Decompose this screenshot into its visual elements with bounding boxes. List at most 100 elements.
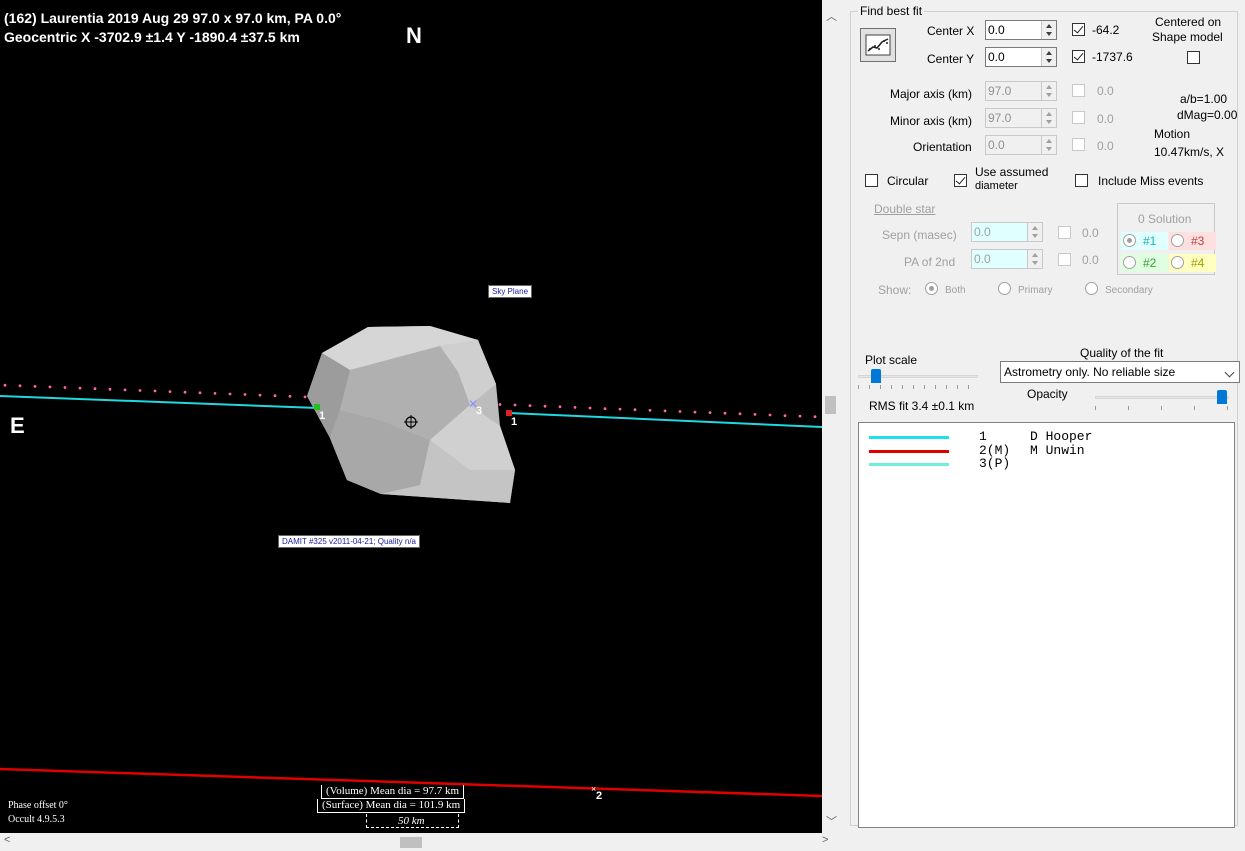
opacity-label: Opacity xyxy=(1027,387,1068,401)
scroll-down-icon[interactable]: ﹀ xyxy=(826,813,837,829)
solution-3-radio[interactable] xyxy=(1171,234,1184,247)
chord-1-line xyxy=(0,395,319,409)
show-primary-radio[interactable] xyxy=(998,282,1011,295)
solution-4-radio[interactable] xyxy=(1171,256,1184,269)
path-dot xyxy=(663,409,667,413)
solution-4-option[interactable]: #4 xyxy=(1169,254,1216,272)
plot-canvas[interactable]: ✕ × (162) Laurentia 2019 Aug 29 97.0 x 9… xyxy=(0,0,822,833)
observer-legend[interactable]: 1 D Hooper 2(M) M Unwin 3(P) xyxy=(858,422,1235,828)
ab-ratio: a/b=1.00 xyxy=(1180,92,1228,106)
minor-axis-input[interactable]: 97.0 xyxy=(985,108,1057,128)
legend-row[interactable]: 3(P) xyxy=(859,456,1234,471)
path-dot xyxy=(783,414,787,417)
double-star-link[interactable]: Double star xyxy=(874,202,935,216)
vertical-scroll-thumb[interactable] xyxy=(825,396,836,414)
centered-on-shape-checkbox[interactable] xyxy=(1187,51,1200,64)
center-x-spinner[interactable] xyxy=(1041,21,1056,39)
sky-plane-label: Sky Plane xyxy=(488,285,533,298)
sepn-spinner[interactable] xyxy=(1027,223,1042,241)
path-dot xyxy=(183,390,187,394)
path-dot xyxy=(678,410,682,413)
solution-1-option[interactable]: #1 xyxy=(1121,232,1168,250)
pa2-input[interactable]: 0.0 xyxy=(971,249,1043,269)
plot-scale-thumb[interactable] xyxy=(871,369,881,383)
minor-axis-spinner[interactable] xyxy=(1041,109,1056,127)
center-y-input[interactable]: 0.0 xyxy=(985,47,1057,67)
center-y-fit-checkbox[interactable] xyxy=(1072,50,1085,63)
chord-label-2: 2 xyxy=(596,790,603,802)
show-secondary-radio[interactable] xyxy=(1085,282,1098,295)
scroll-up-icon[interactable]: ︿ xyxy=(826,8,837,24)
chord-label-1a: 1 xyxy=(319,410,326,422)
quality-dropdown[interactable]: Astrometry only. No reliable size xyxy=(1000,361,1240,383)
include-miss-checkbox[interactable] xyxy=(1075,174,1088,187)
opacity-slider[interactable] xyxy=(1095,388,1229,410)
center-x-label: Center X xyxy=(927,24,975,38)
solution-1-radio[interactable] xyxy=(1123,234,1136,247)
path-dot xyxy=(738,412,742,416)
find-best-fit-title: Find best fit xyxy=(858,4,925,18)
scroll-left-icon[interactable]: < xyxy=(4,834,10,846)
orientation-fit-checkbox[interactable] xyxy=(1072,138,1085,151)
orientation-spinner[interactable] xyxy=(1041,136,1056,154)
plot-title: (162) Laurentia 2019 Aug 29 97.0 x 97.0 … xyxy=(4,10,342,26)
path-dot xyxy=(573,406,577,409)
surface-diameter: (Surface) Mean dia = 101.9 km xyxy=(317,799,466,813)
orientation-input[interactable]: 0.0 xyxy=(985,135,1057,155)
path-dot xyxy=(708,411,712,414)
center-y-spinner[interactable] xyxy=(1041,48,1056,66)
legend-id: 1 xyxy=(979,429,987,444)
path-dot xyxy=(543,404,547,408)
opacity-thumb[interactable] xyxy=(1217,390,1227,404)
phase-offset: Phase offset 0° xyxy=(8,800,68,811)
major-axis-input[interactable]: 97.0 xyxy=(985,81,1057,101)
horizontal-scroll-thumb[interactable] xyxy=(400,837,422,848)
path-dot xyxy=(108,387,112,391)
pa2-label: PA of 2nd xyxy=(904,255,956,269)
major-axis-fit-checkbox[interactable] xyxy=(1072,84,1085,97)
major-axis-label: Major axis (km) xyxy=(890,87,973,101)
center-x-fit-checkbox[interactable] xyxy=(1072,23,1085,36)
chord-1-line-b xyxy=(508,412,822,428)
circular-checkbox[interactable] xyxy=(865,174,878,187)
path-dot xyxy=(798,414,802,418)
legend-id: 3(P) xyxy=(979,456,1011,471)
pa2-fit-checkbox[interactable] xyxy=(1058,253,1071,266)
chord-label-3: 3 xyxy=(476,405,483,417)
legend-line-swatch xyxy=(869,463,949,466)
path-dot xyxy=(243,393,247,396)
sepn-fit-value: 0.0 xyxy=(1082,226,1099,240)
path-dot xyxy=(648,408,652,412)
find-best-fit-button[interactable] xyxy=(860,28,896,62)
center-x-input[interactable]: 0.0 xyxy=(985,20,1057,40)
path-dot xyxy=(78,386,82,390)
vertical-scrollbar[interactable]: ︿ ﹀ xyxy=(822,0,839,833)
plot-scale-slider[interactable] xyxy=(858,367,978,389)
sepn-fit-checkbox[interactable] xyxy=(1058,226,1071,239)
path-dot xyxy=(633,408,637,412)
path-dot xyxy=(813,415,817,419)
center-y-label: Center Y xyxy=(927,52,975,66)
path-dot xyxy=(48,385,52,389)
sepn-value: 0.0 xyxy=(974,225,991,239)
scroll-right-icon[interactable]: > xyxy=(822,834,828,846)
pa2-fit-value: 0.0 xyxy=(1082,253,1099,267)
volume-diameter: (Volume) Mean dia = 97.7 km xyxy=(321,785,465,799)
show-both-radio[interactable] xyxy=(925,282,938,295)
legend-row[interactable]: 2(M) M Unwin xyxy=(859,443,1234,458)
solution-2-radio[interactable] xyxy=(1123,256,1136,269)
sepn-input[interactable]: 0.0 xyxy=(971,222,1043,242)
solution-2-option[interactable]: #2 xyxy=(1121,254,1168,272)
major-axis-spinner[interactable] xyxy=(1041,82,1056,100)
center-x-value: 0.0 xyxy=(988,23,1005,37)
minor-axis-fit-checkbox[interactable] xyxy=(1072,111,1085,124)
pa2-spinner[interactable] xyxy=(1027,250,1042,268)
use-assumed-diameter-checkbox[interactable] xyxy=(954,174,967,187)
horizontal-scrollbar[interactable]: < > xyxy=(0,833,839,851)
quality-label: Quality of the fit xyxy=(1080,346,1164,360)
legend-row[interactable]: 1 D Hooper xyxy=(859,429,1234,444)
solution-3-option[interactable]: #3 xyxy=(1169,232,1216,250)
path-dot xyxy=(198,391,202,395)
scale-bar-label: 50 km xyxy=(398,815,425,827)
opacity-ticks xyxy=(1095,406,1229,410)
